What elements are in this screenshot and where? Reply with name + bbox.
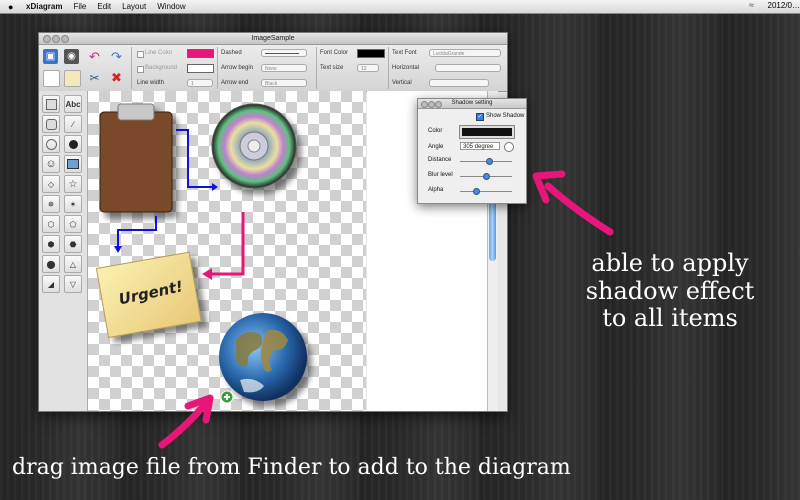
alpha-label: Alpha [428,187,444,193]
distance-slider-knob[interactable] [485,158,493,165]
shadow-effect-caption: able to apply shadow effect to all items [560,249,780,333]
earth-globe-image[interactable] [219,313,307,401]
angle-dial-icon[interactable] [504,142,514,152]
caption-line: shadow effect [585,276,755,305]
connector-arrow[interactable] [117,216,157,248]
blur-level-slider[interactable] [460,173,512,180]
angle-label: Angle [428,144,444,150]
arrowhead-icon [212,183,218,191]
blur-level-label: Blur level [428,172,453,178]
callout-arrow-shadow [532,170,614,236]
zoom-panel-icon[interactable] [435,101,442,108]
arrowhead-icon [202,268,212,280]
minimize-panel-icon[interactable] [428,101,435,108]
callout-arrow-drag [158,394,214,449]
shadow-color-well[interactable] [459,125,515,139]
alpha-slider-knob[interactable] [472,188,480,195]
panel-title: Shadow setting [451,100,493,106]
distance-label: Distance [428,157,452,163]
caption-line: to all items [602,304,738,333]
shadow-setting-panel: Shadow setting ✓ Show Shadow Color Angle… [417,98,527,204]
blur-slider-knob[interactable] [483,173,490,180]
clipboard-image[interactable] [99,103,173,213]
add-badge-icon [220,390,234,404]
angle-field[interactable]: 305 degree [460,142,500,150]
show-shadow-label: Show Shadow [486,113,525,119]
caption-line: able to apply [591,249,749,277]
alpha-slider[interactable] [460,188,512,195]
shadow-color-label: Color [428,128,443,134]
show-shadow-checkbox[interactable]: ✓ [476,113,484,121]
drag-image-caption: drag image file from Finder to add to th… [12,455,571,480]
connector-arrow[interactable] [176,129,212,188]
arrowhead-icon [114,246,122,253]
cd-disc-image[interactable] [211,103,297,189]
connector-arrow[interactable] [212,212,245,276]
panel-titlebar[interactable]: Shadow setting [418,99,526,109]
close-panel-icon[interactable] [421,101,428,108]
distance-slider[interactable] [460,158,512,165]
